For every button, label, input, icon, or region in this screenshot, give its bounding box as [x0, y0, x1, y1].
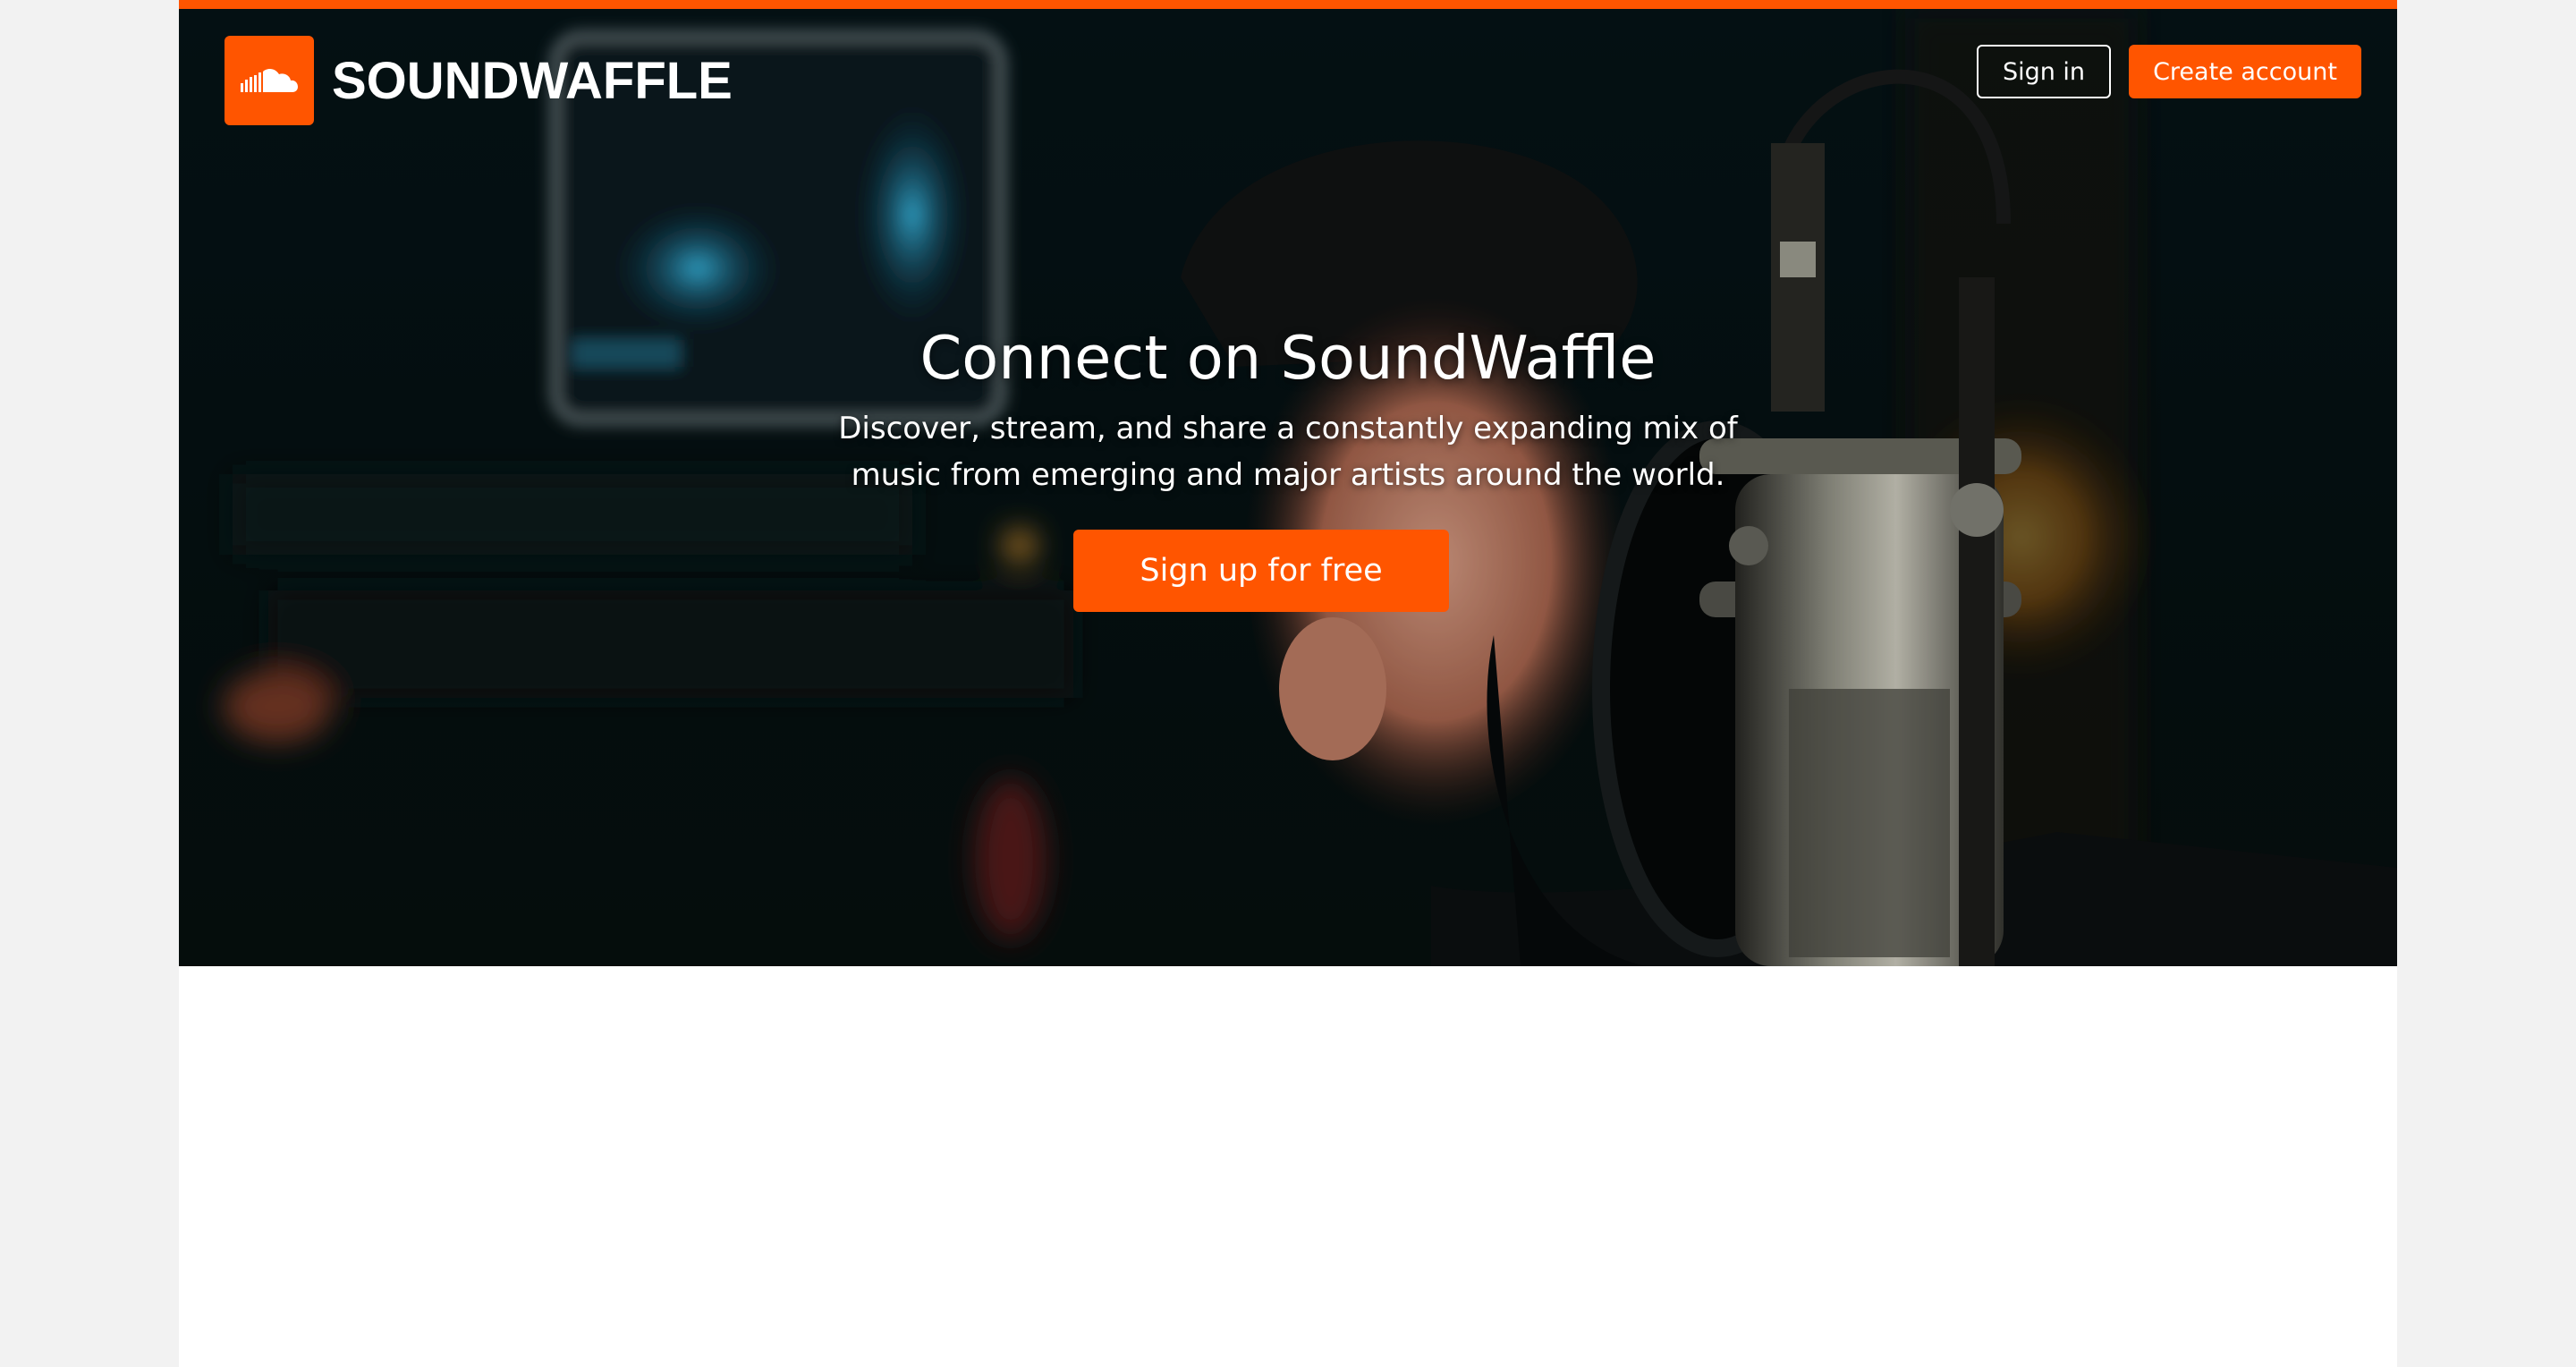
hero-title: Connect on SoundWaffle: [919, 323, 1657, 393]
logo[interactable]: SOUNDWAFFLE: [225, 36, 733, 125]
header-actions: Sign in Create account: [1977, 45, 2361, 98]
hero-subtitle: Discover, stream, and share a constantly…: [838, 411, 1738, 493]
create-account-button[interactable]: Create account: [2129, 45, 2361, 98]
hero-copy: Connect on SoundWaffle Discover, stream,…: [179, 318, 2397, 498]
hero-section: SOUNDWAFFLE Sign in Create account Conne…: [179, 0, 2397, 966]
sign-in-button[interactable]: Sign in: [1977, 45, 2111, 98]
cloud-icon: [225, 36, 314, 125]
brand-name: SOUNDWAFFLE: [332, 51, 733, 110]
page: SOUNDWAFFLE Sign in Create account Conne…: [179, 0, 2397, 1367]
top-accent-bar: [179, 0, 2397, 9]
sign-up-button[interactable]: Sign up for free: [1073, 530, 1449, 612]
